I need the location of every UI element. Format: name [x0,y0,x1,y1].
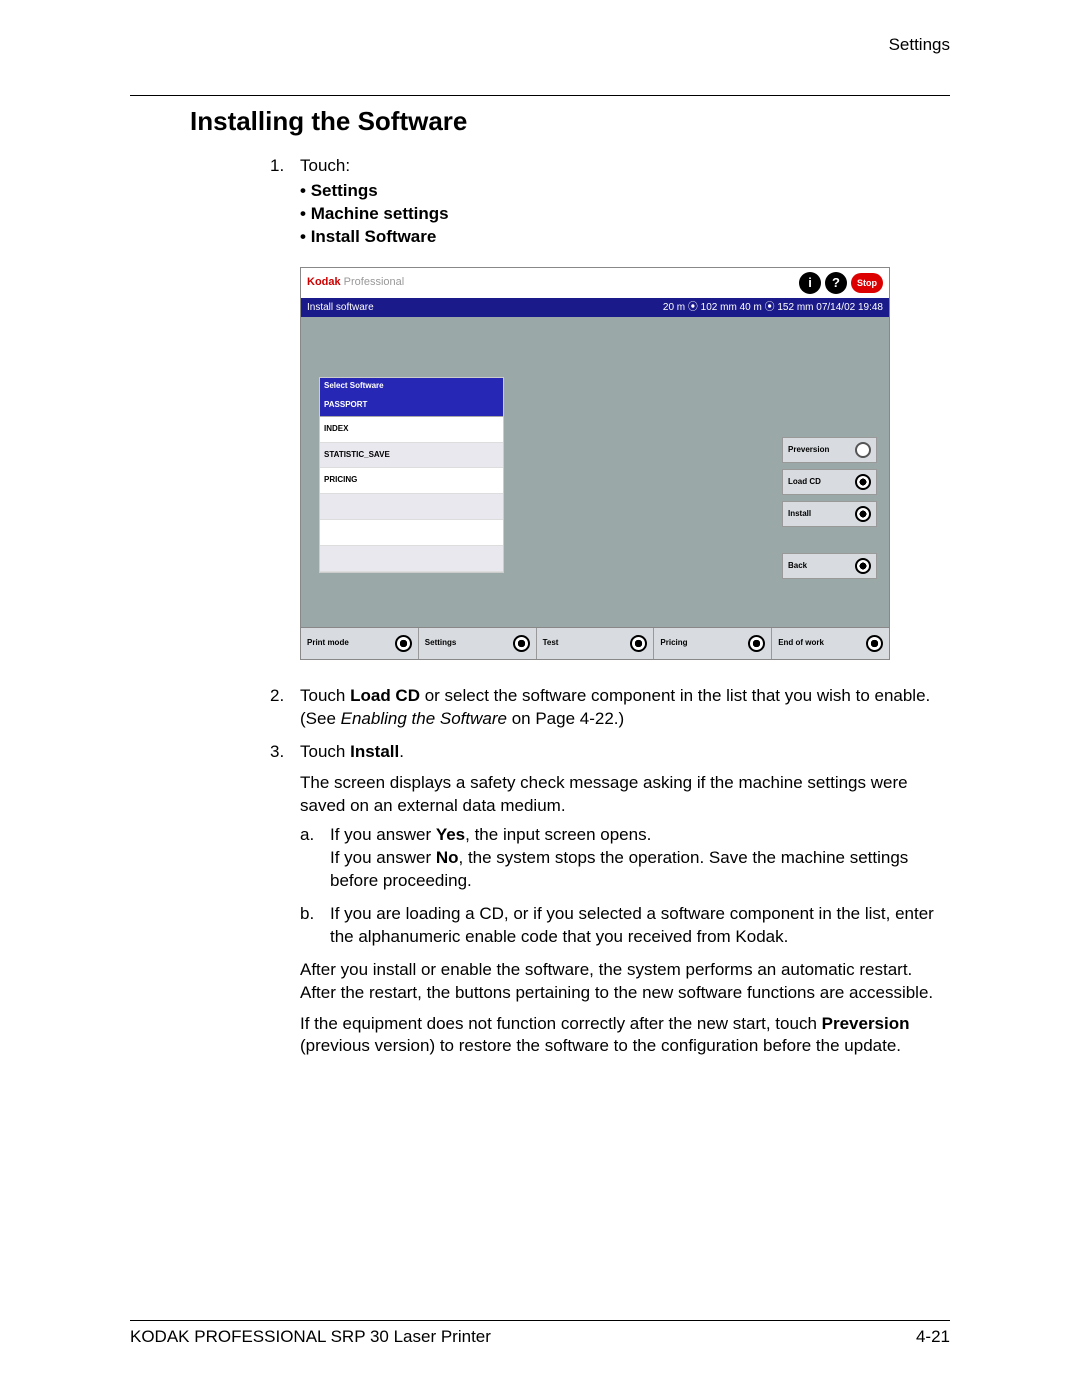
software-list-panel: Select Software PASSPORT INDEX STATISTIC… [319,377,504,572]
step-3-number: 3. [270,741,284,764]
step-1-bullet-install: Install Software [300,226,940,249]
section-title: Installing the Software [190,106,950,137]
step-1: 1. Touch: Settings Machine settings Inst… [270,155,940,660]
step-3a: a. If you answer Yes, the input screen o… [300,824,940,893]
step-1-lead: Touch: [300,156,350,175]
step-1-number: 1. [270,155,284,178]
list-item-passport[interactable]: PASSPORT [320,395,503,417]
step-1-bullet-settings: Settings [300,180,940,203]
header-section-label: Settings [130,35,950,55]
bottom-print-mode[interactable]: Print mode [301,628,419,659]
bottom-end-of-work[interactable]: End of work [772,628,889,659]
list-item-empty1[interactable] [320,494,503,520]
list-item-empty2[interactable] [320,520,503,546]
load-cd-button[interactable]: Load CD [782,469,877,495]
step-2-number: 2. [270,685,284,708]
step-3: 3. Touch Install. The screen displays a … [270,741,940,1058]
bottom-settings[interactable]: Settings [419,628,537,659]
list-item-empty3[interactable] [320,546,503,572]
back-button[interactable]: Back [782,553,877,579]
device-status: 20 m ⦿ 102 mm 40 m ⦿ 152 mm 07/14/02 19:… [663,301,883,315]
step-3-para1: The screen displays a safety check messa… [300,772,940,818]
header-rule [130,95,950,96]
footer-page-number: 4-21 [916,1327,950,1347]
list-item-statistic[interactable]: STATISTIC_SAVE [320,443,503,469]
step-3-lead: Touch Install. [300,742,404,761]
bottom-test[interactable]: Test [537,628,655,659]
help-icon[interactable]: ? [825,272,847,294]
list-item-index[interactable]: INDEX [320,417,503,443]
footer-left: KODAK PROFESSIONAL SRP 30 Laser Printer [130,1327,491,1347]
panel-header: Select Software [320,378,503,395]
embedded-screenshot: Kodak Professional i ? Stop Install soft… [300,267,940,661]
preversion-button[interactable]: Preversion [782,437,877,463]
device-title: Install software [307,301,374,315]
install-button[interactable]: Install [782,501,877,527]
step-1-bullet-machine: Machine settings [300,203,940,226]
step-2-text: Touch Load CD or select the software com… [300,686,930,728]
step-2: 2. Touch Load CD or select the software … [270,685,940,731]
device-brand: Kodak Professional [307,275,404,290]
bottom-pricing[interactable]: Pricing [654,628,772,659]
info-icon[interactable]: i [799,272,821,294]
step-3-para2: After you install or enable the software… [300,959,940,1005]
step-3b: b. If you are loading a CD, or if you se… [300,903,940,949]
list-item-pricing[interactable]: PRICING [320,468,503,494]
stop-button[interactable]: Stop [851,273,883,293]
step-3-para3: If the equipment does not function corre… [300,1013,940,1059]
